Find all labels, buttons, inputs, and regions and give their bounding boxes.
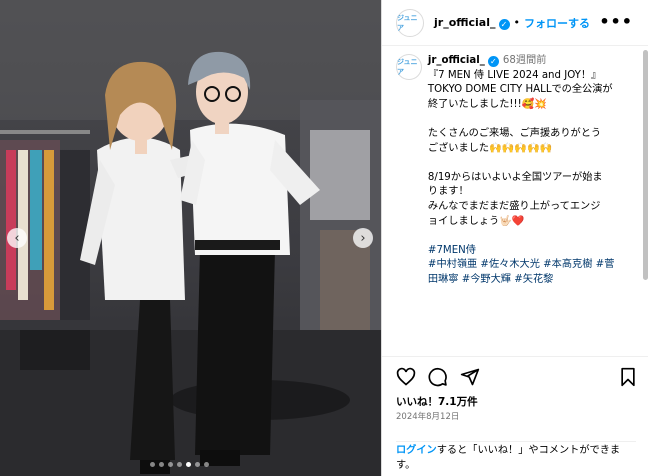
caption-line: ございました🙌🙌🙌🙌🙌	[427, 142, 553, 154]
hashtag-line[interactable]: #中村嶺亜 #佐々木大光 #本髙克樹 #菅	[428, 258, 641, 273]
caption-line: 8/19からはいよいよ全国ツアーが始ま	[427, 171, 603, 183]
comment-icon[interactable]	[428, 367, 448, 387]
carousel-dot	[168, 462, 173, 467]
action-bar: いいね！7.1万件 2024年8月12日 ログインすると「いいね！」やコメントが…	[382, 356, 648, 476]
hashtag-line[interactable]: 田琳寧 #今野大輝 #矢花黎	[428, 273, 641, 288]
caption-avatar[interactable]: ジュニア	[396, 54, 422, 80]
hashtag-line[interactable]: #7MEN侍	[428, 244, 641, 259]
caption-scrollbar[interactable]	[643, 50, 648, 350]
carousel-next-button[interactable]: ›	[353, 228, 373, 248]
bookmark-icon[interactable]	[619, 367, 637, 387]
more-options-icon[interactable]: •••	[599, 12, 633, 31]
caption-line	[428, 156, 641, 171]
verified-badge-icon: ✓	[487, 56, 499, 67]
separator: •	[513, 16, 521, 29]
caption-body: jr_official_ ✓ 68週間前 『7 MEN 侍 LIVE 2024 an…	[428, 54, 641, 288]
caption-area: ジュニア jr_official_ ✓ 68週間前 『7 MEN 侍 LIVE 20…	[396, 54, 641, 354]
post-header: ジュニア jr_official_ ✓ • フォローする •••	[382, 0, 648, 46]
caption-line: 『7 MEN 侍 LIVE 2024 and JOY！』	[427, 69, 602, 81]
carousel-dots	[150, 462, 209, 467]
caption-line	[428, 229, 641, 244]
post-date: 2024年8月12日	[396, 412, 460, 422]
verified-badge-icon: ✓	[498, 18, 510, 30]
like-heart-icon[interactable]	[396, 367, 416, 387]
caption-line	[428, 112, 641, 127]
carousel-dot	[159, 462, 164, 467]
login-link[interactable]: ログイン	[396, 445, 437, 456]
like-count[interactable]: いいね！7.1万件	[396, 394, 478, 409]
carousel-prev-button[interactable]: ‹	[7, 228, 27, 248]
avatar[interactable]: ジュニア	[396, 8, 424, 37]
carousel-dot	[177, 462, 182, 467]
carousel-dot	[204, 462, 209, 467]
caption-line: ります！	[427, 186, 469, 198]
caption-line: TOKYO DOME CITY HALLでの全公演が	[427, 84, 613, 96]
post-panel: ジュニア jr_official_ ✓ • フォローする ••• ジュニア jr_…	[381, 0, 648, 476]
carousel-dot	[150, 462, 155, 467]
caption-username[interactable]: jr_official_	[428, 55, 485, 66]
post-photo[interactable]: ‹ ›	[0, 0, 381, 476]
caption-line: 終了いたしました!!!🥰💥	[427, 98, 548, 110]
carousel-dot	[195, 462, 200, 467]
photo-illustration	[0, 0, 381, 476]
caption-line: ョイしましょう🤟🏻❤️	[427, 215, 525, 227]
carousel-dot	[186, 462, 191, 467]
follow-button[interactable]: フォローする	[524, 15, 590, 31]
share-icon[interactable]	[460, 367, 480, 387]
login-prompt: ログインすると「いいね！」やコメントができます。	[396, 441, 636, 473]
post-time[interactable]: 68週間前	[503, 55, 547, 66]
username-link[interactable]: jr_official_ ✓	[434, 16, 510, 30]
caption-line: みんなでまだまだ盛り上がってエンジ	[427, 200, 601, 212]
caption-line: たくさんのご来場、ご声援ありがとう	[427, 127, 602, 139]
